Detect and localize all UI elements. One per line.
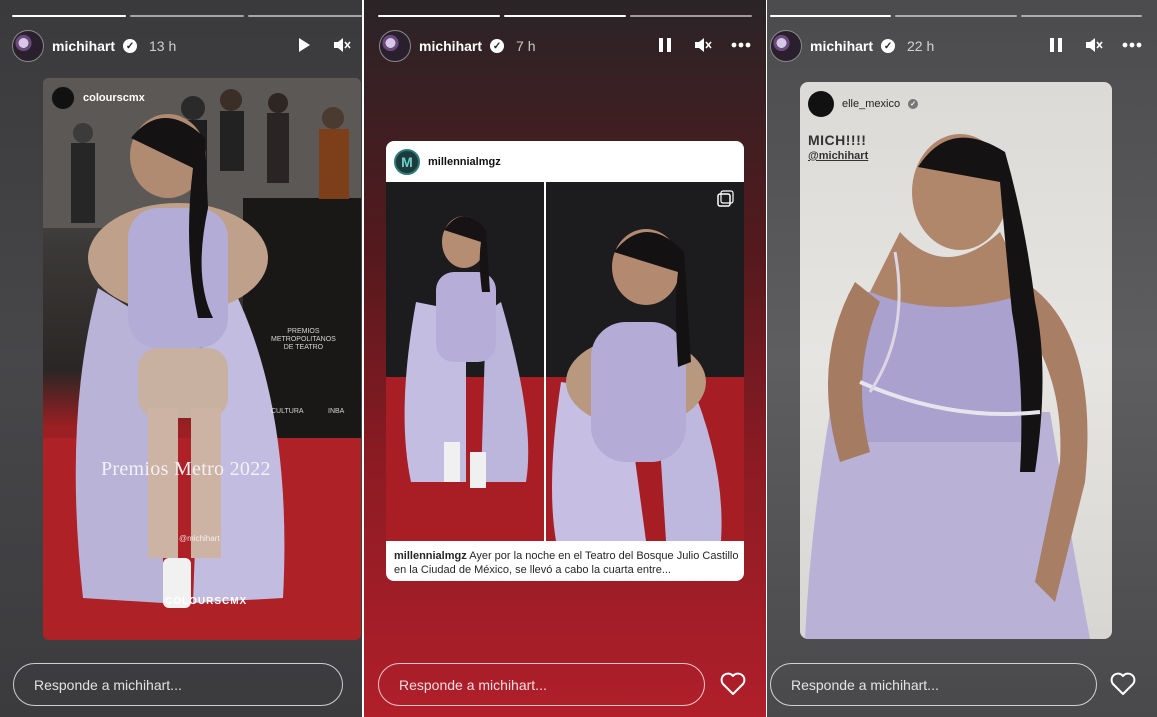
story-controls [655,35,751,55]
progress-segment [378,15,500,17]
source-logo-icon [808,91,834,117]
post-time: 13 h [149,38,177,54]
post-logo-icon: M [394,148,420,175]
stories-viewer: michihart ✓ 13 h colourscmx PREMIOS METR… [0,0,1157,717]
background-sponsor-1: CULTURA [271,408,304,415]
username[interactable]: michihart [419,38,482,54]
reply-input[interactable]: Responde a michihart... [378,663,705,706]
story-progress-bar [378,15,752,17]
volume-mute-icon[interactable] [1084,35,1104,55]
volume-mute-icon[interactable] [332,35,352,55]
story-photo: colourscmx PREMIOS METROPOLITANOS DE TEA… [43,78,361,640]
verified-badge-icon: ✓ [123,39,138,53]
username[interactable]: michihart [810,38,873,54]
progress-segment [12,15,126,17]
overlay-brand: COLOURSCMX [165,596,248,607]
play-icon[interactable] [294,35,314,55]
story-controls [294,35,352,55]
overlay-title: Premios Metro 2022 [101,458,271,480]
source-logo-icon [51,86,75,110]
story-controls [1046,35,1142,55]
story-progress-bar [770,15,1142,17]
portrait-photo [805,134,1090,639]
post-time: 7 h [516,38,536,54]
story-panel-2[interactable]: michihart ✓ 7 h M millennialmgz millenni… [364,0,767,717]
more-icon[interactable] [731,35,751,55]
progress-segment [504,15,626,17]
heart-icon[interactable] [720,672,746,696]
story-panel-1[interactable]: michihart ✓ 13 h colourscmx PREMIOS METR… [0,0,364,717]
verified-badge-icon: ✓ [881,39,896,53]
source-account: colourscmx [83,92,145,104]
more-icon[interactable] [1122,35,1142,55]
headline: MICH!!!! [808,132,867,148]
source-account: elle_mexico [842,98,901,110]
progress-segment [895,15,1017,17]
shared-story-card[interactable]: elle_mexico ✓ MICH!!!! @michihart [800,82,1112,639]
post-time: 22 h [907,38,935,54]
progress-segment [130,15,244,17]
avatar[interactable] [12,30,44,62]
overlay-handle: @michihart [179,534,220,543]
heart-icon[interactable] [1110,672,1136,696]
volume-mute-icon[interactable] [693,35,713,55]
avatar[interactable] [770,30,802,62]
progress-segment [630,15,752,17]
verified-badge-icon: ✓ [908,99,919,109]
verified-badge-icon: ✓ [490,39,505,53]
pause-icon[interactable] [1046,35,1066,55]
caption-user: millennialmgz [394,550,467,562]
avatar[interactable] [379,30,411,62]
red-carpet-photo [43,78,361,640]
post-caption: millennialmgz Ayer por la noche en el Te… [394,549,739,577]
story-header: michihart ✓ 13 h [12,30,176,62]
progress-segment [248,15,362,17]
shared-post-card[interactable]: M millennialmgz millennialmgz Ayer por l… [386,141,744,581]
post-account[interactable]: millennialmgz [428,156,501,168]
background-sign: PREMIOS METROPOLITANOS DE TEATRO [271,328,336,351]
username[interactable]: michihart [52,38,115,54]
mention-link[interactable]: @michihart [808,150,868,162]
source-tag[interactable]: colourscmx [51,86,145,110]
story-panel-3[interactable]: michihart ✓ 22 h elle_mexico ✓ MICH!!!! … [767,0,1157,717]
progress-segment [770,15,892,17]
reply-input[interactable]: Responde a michihart... [770,663,1097,706]
reply-input[interactable]: Responde a michihart... [13,663,343,706]
post-photo-collage [386,182,744,541]
source-tag[interactable]: elle_mexico ✓ [808,91,919,117]
story-header: michihart ✓ 22 h [770,30,934,62]
post-image [386,182,744,541]
background-sponsor-2: INBA [328,408,345,415]
story-header: michihart ✓ 7 h [379,30,535,62]
story-progress-bar [12,15,362,17]
progress-segment [1020,15,1142,17]
post-header: M millennialmgz [386,141,744,182]
pause-icon[interactable] [655,35,675,55]
